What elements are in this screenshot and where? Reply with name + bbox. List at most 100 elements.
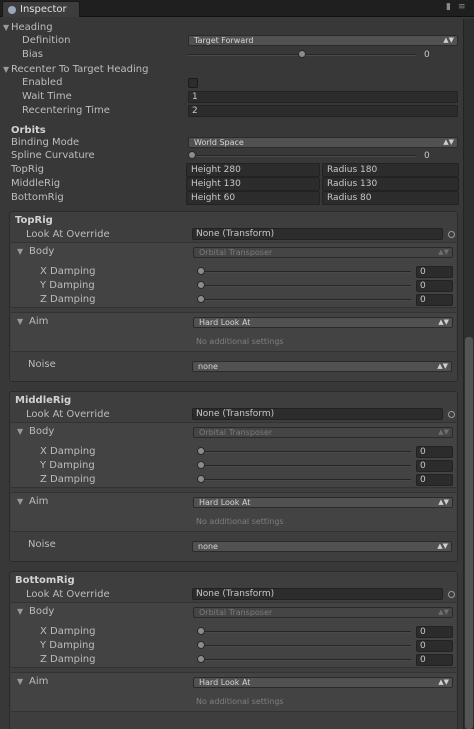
orbit-height-field[interactable]: Height 280 xyxy=(186,163,320,177)
recentering-time-field[interactable]: 2 xyxy=(188,105,458,117)
recenter-foldout[interactable]: ▼ Recenter To Target Heading xyxy=(0,63,474,77)
damping-slider-thumb[interactable] xyxy=(197,627,205,635)
noise-dropdown[interactable]: none ▲▼ xyxy=(192,361,452,372)
orbit-radius-field[interactable]: Radius 80 xyxy=(322,191,459,205)
damping-label: Z Damping xyxy=(40,474,96,485)
damping-slider-thumb[interactable] xyxy=(197,655,205,663)
wait-time-field[interactable]: 1 xyxy=(188,91,458,103)
aim-dropdown[interactable]: Hard Look At ▲▼ xyxy=(193,317,453,328)
body-section: ▼ Body Orbital Transposer ▲▼ X Damping 0 Y… xyxy=(11,422,456,488)
aim-dropdown[interactable]: Hard Look At ▲▼ xyxy=(193,497,453,508)
damping-slider-thumb[interactable] xyxy=(197,267,205,275)
look-at-override-field[interactable]: None (Transform) xyxy=(192,408,443,420)
damping-label: X Damping xyxy=(40,446,96,457)
aim-section: ▼ Aim Hard Look At ▲▼ No additional sett… xyxy=(11,672,456,712)
body-section: ▼ Body Orbital Transposer ▲▼ X Damping 0 Y… xyxy=(11,602,456,668)
damping-value-field[interactable]: 0 xyxy=(416,280,453,292)
body-label: Body xyxy=(29,606,55,617)
chevron-down-icon: ▲▼ xyxy=(438,678,449,686)
damping-value-field[interactable]: 0 xyxy=(416,266,453,278)
body-dropdown[interactable]: Orbital Transposer ▲▼ xyxy=(193,247,453,258)
enabled-checkbox[interactable] xyxy=(188,78,198,88)
bias-value[interactable]: 0 xyxy=(424,48,430,62)
menu-icon[interactable]: ≡ xyxy=(458,2,466,12)
foldout-open-icon[interactable]: ▼ xyxy=(17,315,23,329)
body-value: Orbital Transposer xyxy=(199,248,273,257)
foldout-open-icon[interactable]: ▼ xyxy=(17,495,23,509)
damping-slider-thumb[interactable] xyxy=(197,281,205,289)
damping-slider-track[interactable] xyxy=(197,451,411,453)
damping-slider-track[interactable] xyxy=(197,479,411,481)
object-picker-icon[interactable] xyxy=(448,591,455,598)
look-at-override-field[interactable]: None (Transform) xyxy=(192,588,443,600)
damping-slider-thumb[interactable] xyxy=(197,475,205,483)
foldout-open-icon[interactable]: ▼ xyxy=(17,425,23,439)
body-dropdown[interactable]: Orbital Transposer ▲▼ xyxy=(193,427,453,438)
damping-value-field[interactable]: 0 xyxy=(416,474,453,486)
damping-label: Y Damping xyxy=(40,280,95,291)
orbit-radius-field[interactable]: Radius 180 xyxy=(322,163,459,177)
orbit-row-label: BottomRig xyxy=(11,192,64,203)
orbit-row-middlerig: MiddleRig Height 130 Radius 130 xyxy=(0,177,474,191)
aim-section: ▼ Aim Hard Look At ▲▼ No additional sett… xyxy=(11,492,456,532)
body-section: ▼ Body Orbital Transposer ▲▼ X Damping 0 Y… xyxy=(11,242,456,308)
binding-mode-row: Binding Mode World Space ▲▼ xyxy=(0,136,474,150)
damping-value-field[interactable]: 0 xyxy=(416,640,453,652)
damping-slider-thumb[interactable] xyxy=(197,641,205,649)
orbit-height-field[interactable]: Height 130 xyxy=(186,177,320,191)
object-picker-icon[interactable] xyxy=(448,411,455,418)
damping-slider-thumb[interactable] xyxy=(197,461,205,469)
info-icon xyxy=(8,6,16,14)
inspector-window: Inspector ▮ ≡ ▼ Heading Definition Targe… xyxy=(0,0,474,729)
damping-slider-thumb[interactable] xyxy=(197,295,205,303)
chevron-down-icon: ▲▼ xyxy=(443,36,454,44)
damping-slider-thumb[interactable] xyxy=(197,447,205,455)
damping-slider-track[interactable] xyxy=(197,465,411,467)
damping-value-field[interactable]: 0 xyxy=(416,294,453,306)
object-picker-icon[interactable] xyxy=(448,231,455,238)
no-additional-settings-note: No additional settings xyxy=(196,697,284,706)
noise-label: Noise xyxy=(28,359,56,370)
damping-slider-track[interactable] xyxy=(197,659,411,661)
enabled-row: Enabled xyxy=(0,76,474,90)
chevron-down-icon: ▲▼ xyxy=(438,318,449,326)
tab-inspector[interactable]: Inspector xyxy=(2,1,80,17)
foldout-open-icon[interactable]: ▼ xyxy=(17,675,23,689)
look-at-override-field[interactable]: None (Transform) xyxy=(192,228,443,240)
orbit-radius-field[interactable]: Radius 130 xyxy=(322,177,459,191)
bias-row: Bias 0 xyxy=(0,48,474,62)
noise-value: none xyxy=(198,542,218,551)
damping-value-field[interactable]: 0 xyxy=(416,626,453,638)
damping-value-field[interactable]: 0 xyxy=(416,460,453,472)
chevron-down-icon: ▲▼ xyxy=(438,248,449,256)
body-label: Body xyxy=(29,246,55,257)
heading-foldout[interactable]: ▼ Heading xyxy=(0,21,474,35)
aim-dropdown[interactable]: Hard Look At ▲▼ xyxy=(193,677,453,688)
orbit-height-field[interactable]: Height 60 xyxy=(186,191,320,205)
damping-slider-track[interactable] xyxy=(197,271,411,273)
damping-slider-track[interactable] xyxy=(197,645,411,647)
foldout-open-icon[interactable]: ▼ xyxy=(17,245,23,259)
aim-label: Aim xyxy=(29,316,49,327)
noise-dropdown[interactable]: none ▲▼ xyxy=(192,541,452,552)
damping-value-field[interactable]: 0 xyxy=(416,654,453,666)
scrollbar-thumb[interactable] xyxy=(465,337,473,729)
lock-icon[interactable]: ▮ xyxy=(446,2,451,12)
spline-curvature-value[interactable]: 0 xyxy=(424,149,430,163)
damping-slider-track[interactable] xyxy=(197,299,411,301)
rig-panel-bottomrig: BottomRig Look At Override None (Transfo… xyxy=(9,571,458,729)
spline-curvature-slider-thumb[interactable] xyxy=(188,151,196,159)
aim-value: Hard Look At xyxy=(199,318,251,327)
body-dropdown[interactable]: Orbital Transposer ▲▼ xyxy=(193,607,453,618)
foldout-open-icon[interactable]: ▼ xyxy=(17,605,23,619)
aim-section: ▼ Aim Hard Look At ▲▼ No additional sett… xyxy=(11,312,456,352)
rig-title: TopRig xyxy=(15,215,53,226)
spline-curvature-slider-track[interactable] xyxy=(188,155,416,157)
chevron-down-icon: ▲▼ xyxy=(437,542,448,550)
damping-value-field[interactable]: 0 xyxy=(416,446,453,458)
damping-slider-track[interactable] xyxy=(197,631,411,633)
damping-slider-track[interactable] xyxy=(197,285,411,287)
binding-mode-dropdown[interactable]: World Space ▲▼ xyxy=(188,137,458,148)
bias-slider-thumb[interactable] xyxy=(298,50,306,58)
definition-dropdown[interactable]: Target Forward ▲▼ xyxy=(188,35,458,46)
